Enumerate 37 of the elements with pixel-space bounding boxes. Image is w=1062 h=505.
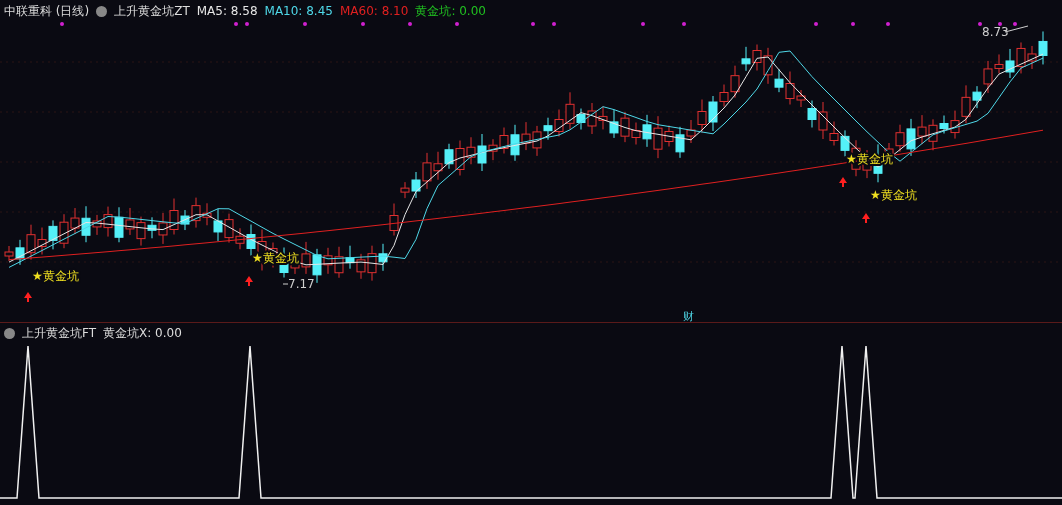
signal-dot xyxy=(978,22,982,26)
collapse-icon[interactable] xyxy=(4,327,15,339)
up-arrow-icon xyxy=(839,177,847,187)
signal-dot xyxy=(682,22,686,26)
legend-value: MA5: 8.58 xyxy=(196,4,258,18)
signal-dot xyxy=(455,22,459,26)
leader-line xyxy=(282,283,289,285)
signal-label: ★黄金坑 xyxy=(32,269,79,283)
signal-dot xyxy=(303,22,307,26)
indicator-name: 上升黄金坑FT xyxy=(22,324,97,342)
signal-dot xyxy=(851,22,855,26)
stock-title: 中联重科 (日线) xyxy=(4,2,90,20)
up-arrow-icon xyxy=(862,213,870,223)
up-arrow-icon xyxy=(24,292,32,302)
collapse-icon[interactable] xyxy=(96,5,108,17)
signal-dot xyxy=(531,22,535,26)
signal-dot xyxy=(641,22,645,26)
high-price-label: 8.73 xyxy=(982,25,1009,39)
signal-dot xyxy=(552,22,556,26)
signal-dot xyxy=(998,22,1002,26)
signal-dot xyxy=(60,22,64,26)
up-arrow-icon xyxy=(245,276,253,286)
signal-dot xyxy=(234,22,238,26)
event-marker[interactable]: 财 xyxy=(683,310,694,322)
low-price-label: 7.17 xyxy=(288,277,315,291)
legend-value: MA10: 8.45 xyxy=(264,4,333,18)
legend-value: 黄金坑: 0.00 xyxy=(415,2,486,20)
indicator-value: 黄金坑X: 0.00 xyxy=(103,324,182,342)
signal-dot xyxy=(361,22,365,26)
signal-dot xyxy=(245,22,249,26)
signal-dot xyxy=(814,22,818,26)
signal-dot xyxy=(1013,22,1017,26)
signal-dot xyxy=(886,22,890,26)
legend-value: MA60: 8.10 xyxy=(339,4,409,18)
signal-dot xyxy=(408,22,412,26)
signal-label: ★黄金坑 xyxy=(870,188,917,202)
indicator-name: 上升黄金坑ZT xyxy=(114,2,190,20)
